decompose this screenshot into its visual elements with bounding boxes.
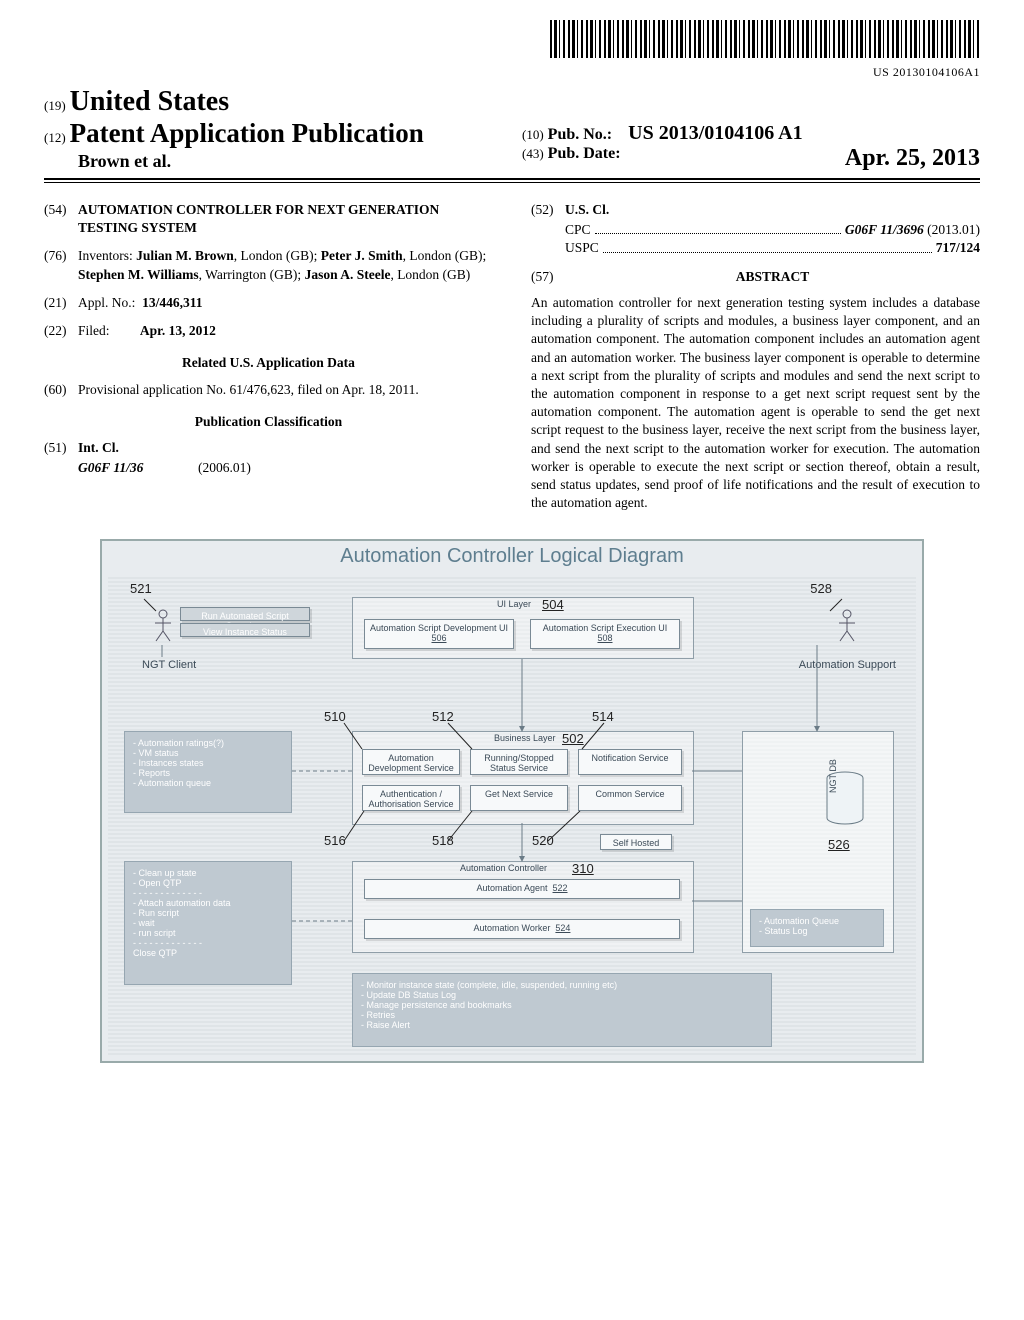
code-19: (19)	[44, 98, 66, 113]
intcl-date: (2006.01)	[198, 459, 251, 477]
ref-502: 502	[562, 731, 584, 746]
ref-510: 510	[324, 709, 346, 724]
code-22: (22)	[44, 322, 78, 340]
box-self-hosted: Self Hosted	[600, 834, 672, 850]
right-panel: - Automation Queue- Status Log	[750, 909, 884, 947]
applno-label: Appl. No.:	[78, 295, 135, 310]
user-icon-right	[836, 609, 858, 643]
abstract-text: An automation controller for next genera…	[531, 294, 980, 513]
business-layer-label: Business Layer	[494, 733, 556, 743]
cpc-label: CPC	[565, 221, 591, 239]
user-icon-left	[152, 609, 174, 643]
box-automation-worker: Automation Worker 524	[364, 919, 680, 939]
logical-diagram: Automation Controller Logical Diagram 52…	[100, 539, 924, 1063]
right-column: (52) U.S. Cl. CPC G06F 11/3696 (2013.01)…	[521, 201, 980, 513]
code-54: (54)	[44, 201, 78, 237]
ngt-client-label: NGT Client	[142, 659, 196, 671]
code-51: (51)	[44, 439, 78, 457]
automation-controller-outer	[352, 861, 694, 953]
dots-1	[595, 221, 841, 234]
uscl-label: U.S. Cl.	[565, 202, 609, 217]
header-rule-thin	[44, 182, 980, 183]
barcode-area: US 20130104106A1	[44, 20, 980, 80]
abstract-heading: ABSTRACT	[565, 268, 980, 286]
patent-page: US 20130104106A1 (19) United States (12)…	[22, 0, 1002, 1103]
box-script-dev: Automation Script Development UI506	[364, 619, 514, 649]
ui-layer-label: UI Layer	[497, 599, 531, 609]
ngt-db-label: NGT DB	[828, 759, 838, 793]
ref-512: 512	[432, 709, 454, 724]
top-box-run-scripts: Run Automated Script Searches	[180, 607, 310, 621]
automation-support-label: Automation Support	[799, 659, 896, 671]
related-data-heading: Related U.S. Application Data	[44, 354, 493, 372]
box-auto-dev-service: Automation Development Service	[362, 749, 460, 775]
box-notification-service: Notification Service	[578, 749, 682, 775]
author-line: Brown et al.	[44, 151, 502, 172]
barcode-label: US 20130104106A1	[44, 65, 980, 80]
code-12: (12)	[44, 130, 66, 145]
code-10: (10)	[522, 127, 544, 142]
ref-310: 310	[572, 861, 594, 876]
ref-516: 516	[324, 833, 346, 848]
pubno-label: Pub. No.:	[548, 126, 612, 143]
code-52: (52)	[531, 201, 565, 219]
dots-2	[603, 239, 932, 252]
ref-504: 504	[542, 597, 564, 612]
box-running-stopped: Running/Stopped Status Service	[470, 749, 568, 775]
ref-518: 518	[432, 833, 454, 848]
provisional-text: Provisional application No. 61/476,623, …	[78, 381, 493, 399]
publication-kind: Patent Application Publication	[70, 118, 424, 148]
box-common-service: Common Service	[578, 785, 682, 811]
code-60: (60)	[44, 381, 78, 399]
header-rule-thick	[44, 178, 980, 180]
left-panel-2: - Clean up state- Open QTP- - - - - - - …	[124, 861, 292, 985]
left-panel-1: - Automation ratings(?)- VM status- Inst…	[124, 731, 292, 813]
filed-value: Apr. 13, 2012	[140, 323, 216, 338]
box-script-exec: Automation Script Execution UI508	[530, 619, 680, 649]
pubdate-label: Pub. Date:	[548, 145, 621, 162]
box-get-next-service: Get Next Service	[470, 785, 568, 811]
inventors-list: Julian M. Brown, London (GB); Peter J. S…	[78, 248, 486, 281]
barcode-graphic	[550, 20, 980, 58]
ref-528: 528	[810, 581, 832, 596]
left-column: (54) AUTOMATION CONTROLLER FOR NEXT GENE…	[44, 201, 521, 513]
code-57: (57)	[531, 268, 565, 290]
applno-value: 13/446,311	[142, 295, 202, 310]
intcl-label: Int. Cl.	[78, 440, 119, 455]
code-43: (43)	[522, 146, 544, 161]
country: United States	[70, 86, 229, 117]
bottom-panel: - Monitor instance state (complete, idle…	[352, 973, 772, 1047]
ref-520: 520	[532, 833, 554, 848]
code-76: (76)	[44, 247, 78, 283]
filed-label: Filed:	[78, 323, 110, 338]
pubno-value: US 2013/0104106 A1	[628, 122, 802, 144]
ref-526: 526	[828, 837, 850, 852]
top-box-view-status: View Instance Status	[180, 623, 310, 637]
box-auth-service: Authentication / Authorisation Service	[362, 785, 460, 811]
uspc-value: 717/124	[936, 239, 980, 257]
ref-514: 514	[592, 709, 614, 724]
automation-controller-label: Automation Controller	[460, 863, 547, 873]
pubdate-value: Apr. 25, 2013	[845, 145, 980, 172]
ref-521: 521	[130, 581, 152, 596]
uspc-label: USPC	[565, 239, 599, 257]
intcl-class: G06F 11/36	[78, 459, 198, 477]
code-21: (21)	[44, 294, 78, 312]
pub-classification-heading: Publication Classification	[44, 413, 493, 431]
figure-wrap: Automation Controller Logical Diagram 52…	[44, 539, 980, 1063]
figure-title: Automation Controller Logical Diagram	[102, 545, 922, 568]
inventors-label: Inventors:	[78, 248, 133, 263]
invention-title: AUTOMATION CONTROLLER FOR NEXT GENERATIO…	[78, 201, 493, 237]
box-automation-agent: Automation Agent 522	[364, 879, 680, 899]
bibliographic-columns: (54) AUTOMATION CONTROLLER FOR NEXT GENE…	[44, 201, 980, 513]
cpc-value: G06F 11/3696 (2013.01)	[845, 221, 980, 239]
header-block: (19) United States (12) Patent Applicati…	[44, 86, 980, 172]
